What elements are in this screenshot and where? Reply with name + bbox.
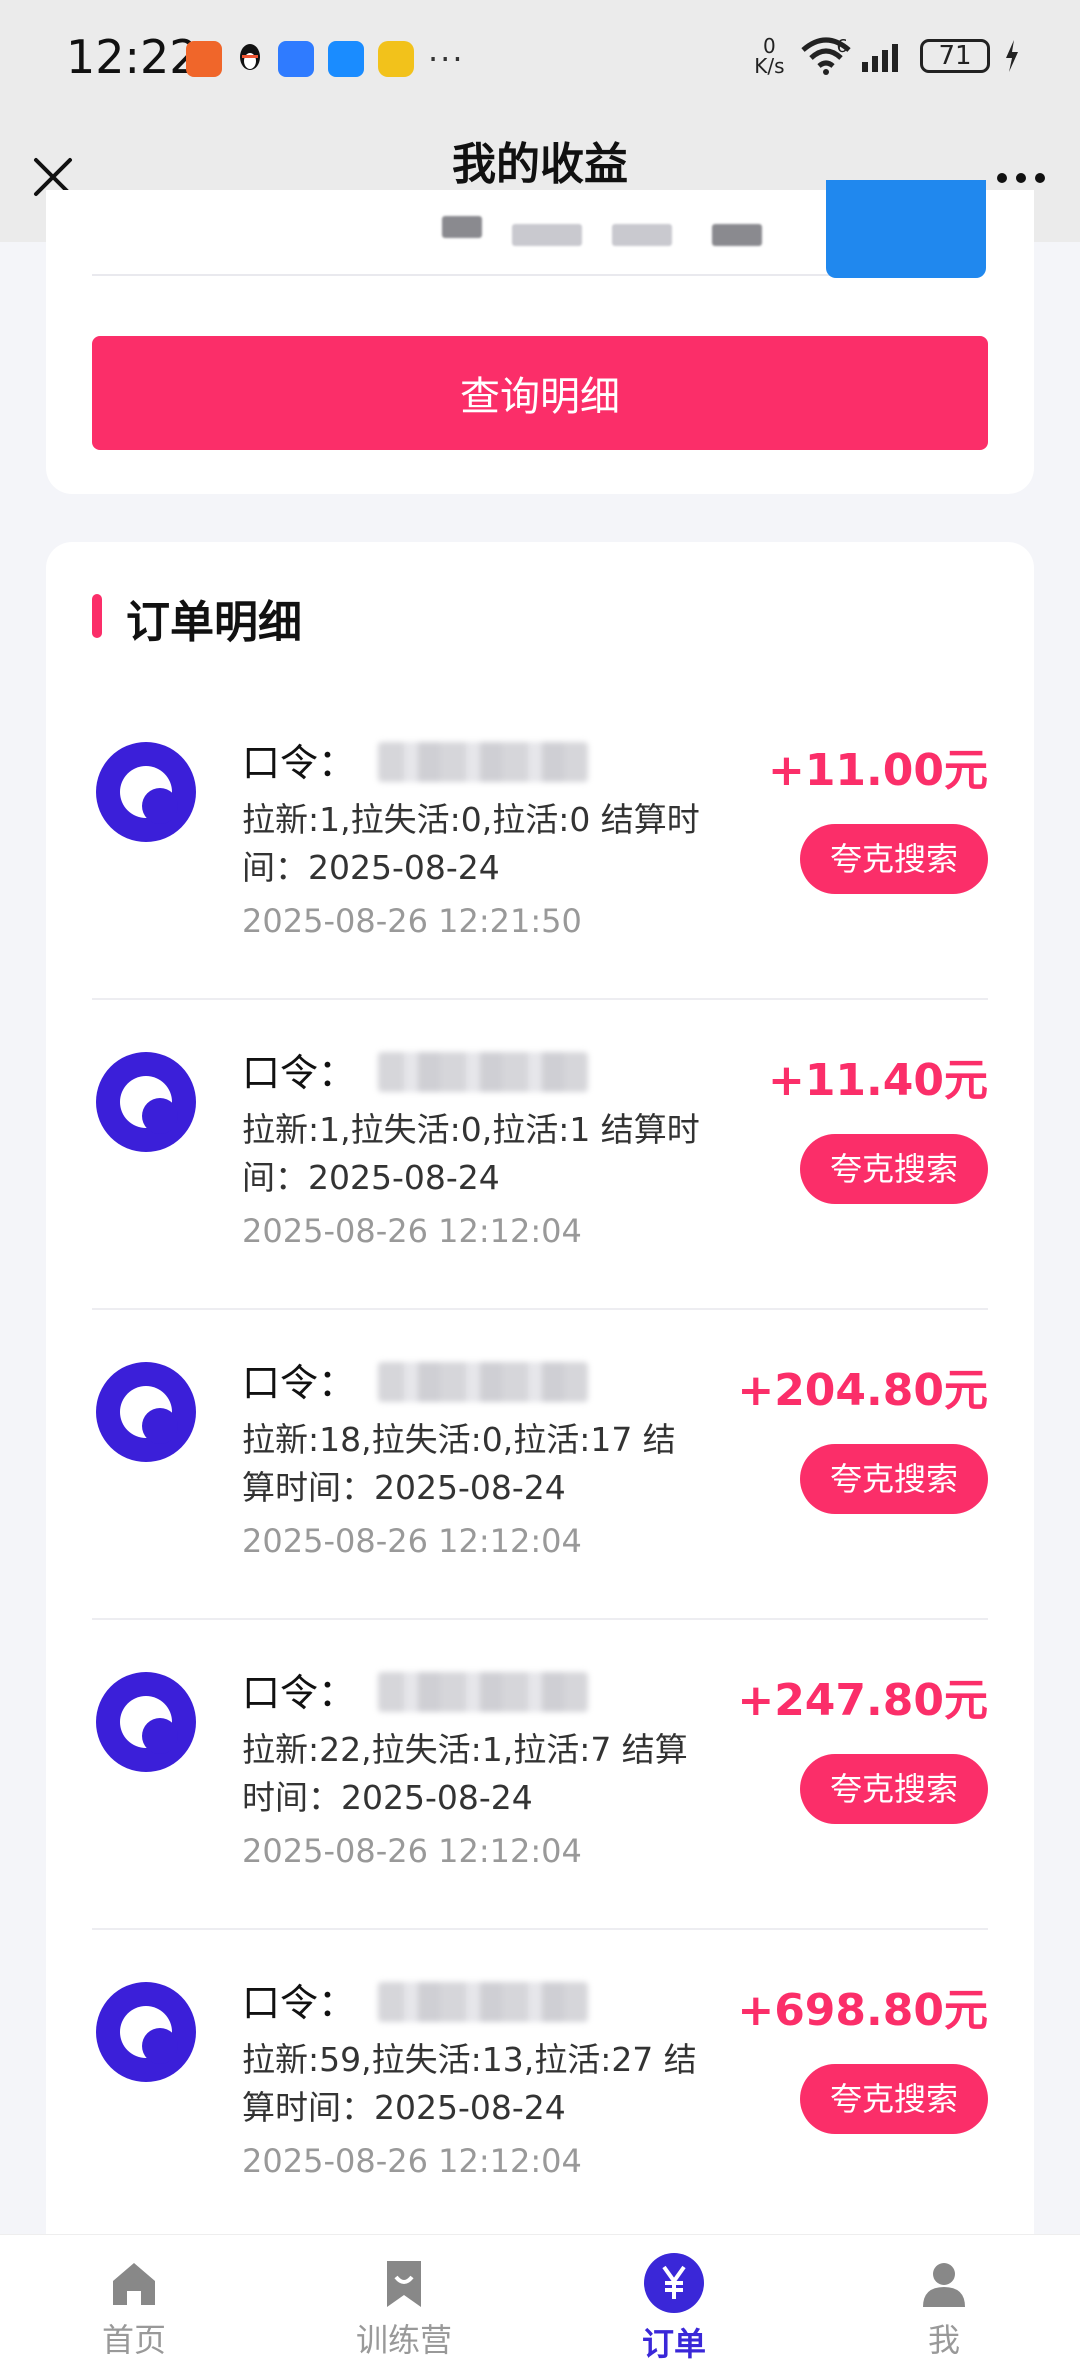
more-options-icon[interactable] bbox=[996, 172, 1046, 184]
submit-button[interactable] bbox=[826, 180, 986, 278]
nav-item-me[interactable]: 我 bbox=[864, 2259, 1024, 2361]
app-notification-icon bbox=[378, 41, 414, 77]
order-details-card: 订单明细 口令： 拉新:1,拉失活:0,拉活:0 结算时间：2025-08-24… bbox=[46, 542, 1034, 2262]
user-icon bbox=[923, 2263, 965, 2307]
quark-logo-icon bbox=[96, 1052, 196, 1152]
app-tag: 夸克搜索 bbox=[800, 824, 988, 894]
order-item[interactable]: 口令： 拉新:1,拉失活:0,拉活:0 结算时间：2025-08-24 2025… bbox=[92, 690, 988, 1000]
redacted-text bbox=[512, 224, 582, 246]
redacted-code bbox=[378, 1362, 588, 1402]
app-tag: 夸克搜索 bbox=[800, 1754, 988, 1824]
nav-item-orders[interactable]: 订单 bbox=[594, 2253, 754, 2365]
order-detail: 拉新:18,拉失活:0,拉活:17 结算时间：2025-08-24 bbox=[242, 1420, 676, 1507]
quark-logo-icon bbox=[96, 1672, 196, 1772]
bookmark-icon bbox=[387, 2261, 421, 2307]
order-amount: +698.80元 bbox=[737, 1985, 988, 2036]
quark-logo-icon bbox=[96, 1982, 196, 2082]
play-icon bbox=[328, 41, 364, 77]
charging-icon bbox=[1006, 40, 1018, 72]
status-time: 12:22 bbox=[66, 30, 199, 84]
quark-logo-icon bbox=[96, 1362, 196, 1462]
code-label: 口令： bbox=[242, 1051, 357, 1095]
order-item[interactable]: 口令： 拉新:59,拉失活:13,拉活:27 结算时间：2025-08-24 2… bbox=[92, 1930, 988, 2240]
redacted-text bbox=[612, 224, 672, 246]
query-details-button[interactable]: 查询明细 bbox=[92, 336, 988, 450]
status-bar: 12:22 ··· 0 K/s 6 71 bbox=[0, 0, 1080, 118]
nav-label: 我 bbox=[927, 2321, 960, 2359]
section-title: 订单明细 bbox=[126, 597, 302, 648]
redacted-code bbox=[378, 742, 588, 782]
code-label: 口令： bbox=[242, 1671, 357, 1715]
order-item[interactable]: 口令： 拉新:18,拉失活:0,拉活:17 结算时间：2025-08-24 20… bbox=[92, 1310, 988, 1620]
code-label: 口令： bbox=[242, 741, 357, 785]
order-amount: +247.80元 bbox=[737, 1675, 988, 1726]
app-tag: 夸克搜索 bbox=[800, 2064, 988, 2134]
system-status: 0 K/s 6 71 bbox=[754, 36, 1020, 76]
qq-icon bbox=[240, 44, 260, 70]
query-card: 查询明细 bbox=[46, 180, 1034, 494]
order-detail: 拉新:22,拉失活:1,拉活:7 结算时间：2025-08-24 bbox=[242, 1730, 688, 1817]
order-time: 2025-08-26 12:12:04 bbox=[242, 1522, 582, 1560]
nav-item-training[interactable]: 训练营 bbox=[324, 2259, 484, 2361]
order-detail: 拉新:1,拉失活:0,拉活:0 结算时间：2025-08-24 bbox=[242, 800, 700, 887]
order-item[interactable]: 口令： 拉新:1,拉失活:0,拉活:1 结算时间：2025-08-24 2025… bbox=[92, 1000, 988, 1310]
quark-logo-icon bbox=[96, 742, 196, 842]
code-label: 口令： bbox=[242, 1361, 357, 1405]
battery-icon: 71 bbox=[920, 39, 990, 73]
nav-item-home[interactable]: 首页 bbox=[54, 2259, 214, 2361]
order-time: 2025-08-26 12:12:04 bbox=[242, 1212, 582, 1250]
network-type: 6 bbox=[836, 35, 848, 57]
more-notifications-icon: ··· bbox=[428, 40, 465, 78]
nav-label: 订单 bbox=[641, 2325, 706, 2363]
section-marker bbox=[92, 594, 102, 638]
redacted-text bbox=[712, 224, 762, 246]
nav-label: 训练营 bbox=[355, 2321, 452, 2359]
bottom-nav: 首页 训练营 订单 我 bbox=[0, 2234, 1080, 2374]
redacted-text bbox=[442, 216, 482, 238]
order-amount: +204.80元 bbox=[737, 1365, 988, 1416]
signal-icon bbox=[862, 44, 898, 72]
order-amount: +11.00元 bbox=[767, 745, 988, 796]
order-item[interactable]: 口令： 拉新:22,拉失活:1,拉活:7 结算时间：2025-08-24 202… bbox=[92, 1620, 988, 1930]
home-icon bbox=[113, 2263, 155, 2305]
redacted-code bbox=[378, 1672, 588, 1712]
order-amount: +11.40元 bbox=[767, 1055, 988, 1106]
order-time: 2025-08-26 12:12:04 bbox=[242, 1832, 582, 1870]
order-detail: 拉新:59,拉失活:13,拉活:27 结算时间：2025-08-24 bbox=[242, 2040, 697, 2127]
order-time: 2025-08-26 12:12:04 bbox=[242, 2142, 582, 2180]
net-speed-unit: K/s bbox=[754, 54, 785, 78]
nav-label: 首页 bbox=[101, 2321, 166, 2359]
notification-icons: ··· bbox=[186, 40, 465, 78]
order-time: 2025-08-26 12:21:50 bbox=[242, 902, 582, 940]
order-detail: 拉新:1,拉失活:0,拉活:1 结算时间：2025-08-24 bbox=[242, 1110, 700, 1197]
net-speed: 0 K/s bbox=[754, 36, 784, 76]
net-speed-value: 0 bbox=[763, 34, 776, 58]
redacted-code bbox=[378, 1052, 588, 1092]
app-tag: 夸克搜索 bbox=[800, 1134, 988, 1204]
message-icon bbox=[278, 41, 314, 77]
redacted-code bbox=[378, 1982, 588, 2022]
app-notification-icon bbox=[186, 41, 222, 77]
search-input[interactable] bbox=[92, 190, 842, 276]
code-label: 口令： bbox=[242, 1981, 357, 2025]
app-tag: 夸克搜索 bbox=[800, 1444, 988, 1514]
yuan-icon bbox=[644, 2253, 704, 2313]
